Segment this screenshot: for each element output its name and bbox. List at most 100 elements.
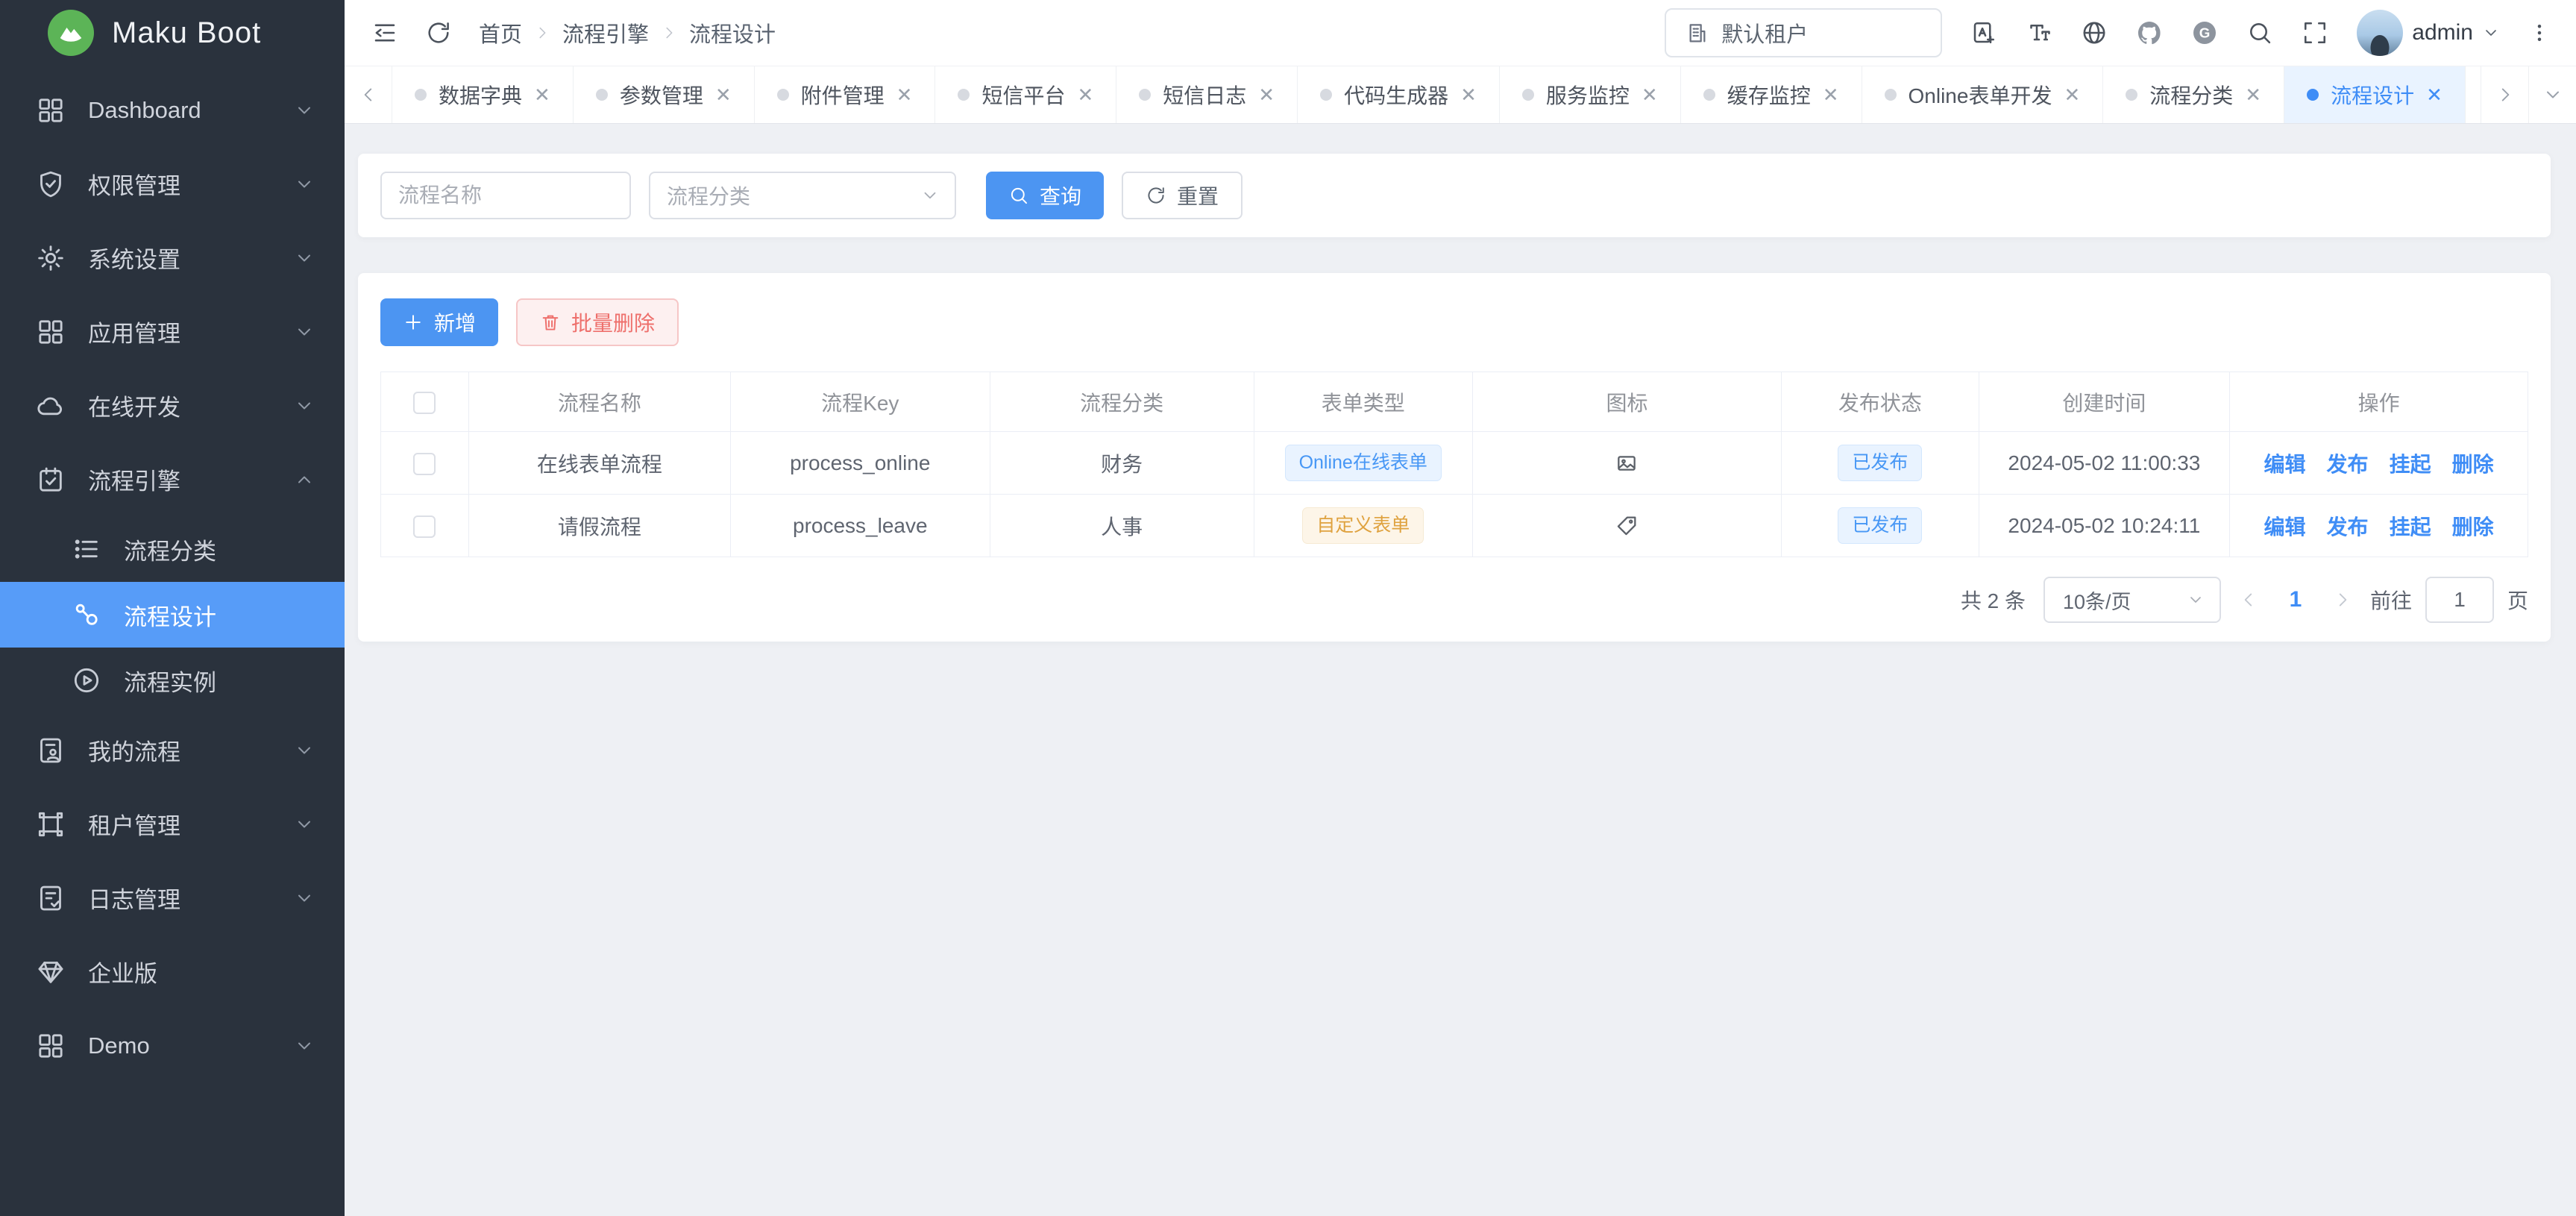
sidebar-item-租户管理[interactable]: 租户管理 [0, 787, 345, 861]
tab-close-icon[interactable]: ✕ [1077, 85, 1093, 104]
process-name-input[interactable] [380, 172, 631, 219]
select-all-checkbox[interactable] [413, 392, 436, 414]
sidebar-item-在线开发[interactable]: 在线开发 [0, 369, 345, 442]
chevron-down-icon [294, 888, 315, 909]
total-count: 共 2 条 [1961, 585, 2026, 615]
next-page-button[interactable] [2333, 590, 2352, 609]
tab-close-icon[interactable]: ✕ [2426, 85, 2443, 104]
tab-服务监控[interactable]: 服务监控✕ [1500, 66, 1681, 123]
tab-短信日志[interactable]: 短信日志✕ [1116, 66, 1298, 123]
tab-参数管理[interactable]: 参数管理 ✕ [574, 66, 755, 123]
tab-close-icon[interactable]: ✕ [1642, 85, 1658, 104]
sidebar-item-系统设置[interactable]: 系统设置 [0, 221, 345, 295]
tab-流程设计[interactable]: 流程设计✕ [2284, 66, 2466, 123]
tab-close-icon[interactable]: ✕ [896, 85, 913, 104]
collapse-sidebar-icon[interactable] [371, 19, 398, 46]
sidebar-item-我的流程[interactable]: 我的流程 [0, 713, 345, 787]
breadcrumb-item[interactable]: 流程引擎 [562, 17, 649, 48]
app-logo[interactable]: Maku Boot [0, 0, 345, 66]
more-options-icon[interactable] [2528, 20, 2551, 46]
tab-close-icon[interactable]: ✕ [1258, 85, 1275, 104]
action-link-挂起[interactable]: 挂起 [2390, 515, 2431, 539]
tab-缓存监控[interactable]: 缓存监控✕ [1681, 66, 1862, 123]
user-menu[interactable]: admin [2357, 10, 2500, 56]
tab-close-icon[interactable]: ✕ [1823, 85, 1839, 104]
page-label: 页 [2507, 585, 2528, 615]
tab-附件管理[interactable]: 附件管理✕ [755, 66, 936, 123]
tab-dot [1522, 89, 1534, 101]
chevron-down-icon [2187, 591, 2205, 609]
search-button[interactable]: 查询 [986, 172, 1104, 219]
search-icon[interactable] [2246, 19, 2273, 46]
row-checkbox[interactable] [413, 453, 436, 475]
tabs-scroll-left[interactable] [345, 66, 392, 123]
tab-数据字典[interactable]: 数据字典✕ [392, 66, 574, 123]
fontsize-icon[interactable] [2026, 19, 2052, 46]
shield-icon [36, 169, 66, 199]
action-link-编辑[interactable]: 编辑 [2264, 515, 2306, 539]
tab-close-icon[interactable]: ✕ [2245, 85, 2261, 104]
fullscreen-icon[interactable] [2302, 19, 2328, 46]
tab-流程分类[interactable]: 流程分类✕ [2103, 66, 2284, 123]
column-header: 创建时间 [1979, 372, 2230, 432]
search-button-label: 查询 [1040, 181, 1081, 210]
action-link-编辑[interactable]: 编辑 [2264, 453, 2306, 476]
reset-button[interactable]: 重置 [1122, 172, 1243, 219]
action-link-删除[interactable]: 删除 [2452, 453, 2494, 476]
action-link-发布[interactable]: 发布 [2327, 453, 2369, 476]
column-header: 图标 [1472, 372, 1781, 432]
tab-close-icon[interactable]: ✕ [2064, 85, 2080, 104]
tab-close-icon[interactable]: ✕ [1460, 85, 1477, 104]
process-category-select[interactable]: 流程分类 [649, 172, 956, 219]
table-row: 在线表单流程process_online财务Online在线表单已发布2024-… [381, 432, 2528, 495]
tab-label: 参数管理 [620, 80, 703, 110]
chevron-down-icon [294, 100, 315, 121]
sidebar-item-日志管理[interactable]: 日志管理 [0, 861, 345, 935]
sidebar-item-demo[interactable]: Demo [0, 1009, 345, 1082]
sidebar-item-dashboard[interactable]: Dashboard [0, 73, 345, 147]
tab-dot [596, 89, 608, 101]
action-link-删除[interactable]: 删除 [2452, 515, 2494, 539]
breadcrumb-item[interactable]: 首页 [479, 17, 522, 48]
status-cell: 已发布 [1782, 432, 1979, 495]
gitee-icon[interactable]: G [2191, 19, 2218, 46]
filter-card: 流程分类 查询 重置 [358, 154, 2551, 237]
tab-close-icon[interactable]: ✕ [534, 85, 550, 104]
chevron-down-icon [294, 1035, 315, 1056]
sidebar-item-流程设计[interactable]: 流程设计 [0, 582, 345, 648]
tab-label: Online表单开发 [1909, 80, 2052, 110]
tabs-dropdown[interactable] [2528, 66, 2576, 123]
tabs-scroll-right[interactable] [2481, 66, 2528, 123]
tab-dot [1885, 89, 1897, 101]
tab-Online表单开发[interactable]: Online表单开发 ✕ [1862, 66, 2104, 123]
tab-close-icon[interactable]: ✕ [715, 85, 732, 104]
sidebar-item-权限管理[interactable]: 权限管理 [0, 147, 345, 221]
table-row: 请假流程process_leave人事自定义表单已发布2024-05-02 10… [381, 495, 2528, 557]
sidebar-item-流程引擎[interactable]: 流程引擎 [0, 442, 345, 516]
refresh-icon[interactable] [425, 19, 452, 46]
github-icon[interactable] [2136, 19, 2163, 46]
action-link-挂起[interactable]: 挂起 [2390, 453, 2431, 476]
tab-短信平台[interactable]: 短信平台✕ [935, 66, 1116, 123]
add-button[interactable]: 新增 [380, 298, 498, 346]
prev-page-button[interactable] [2239, 590, 2258, 609]
action-link-发布[interactable]: 发布 [2327, 515, 2369, 539]
tenant-select[interactable]: 默认租户 [1665, 8, 1942, 57]
goto-page-input[interactable] [2425, 577, 2494, 623]
frame-icon [36, 809, 66, 839]
avatar[interactable] [2357, 10, 2403, 56]
sidebar-item-流程实例[interactable]: 流程实例 [0, 648, 345, 713]
tab-代码生成器[interactable]: 代码生成器✕ [1298, 66, 1500, 123]
process-name-cell: 请假流程 [468, 495, 730, 557]
appgrid-icon [36, 1031, 66, 1061]
translate-icon[interactable] [1970, 19, 1997, 46]
sidebar-item-流程分类[interactable]: 流程分类 [0, 516, 345, 582]
page-size-select[interactable]: 10条/页 [2043, 577, 2221, 623]
globe-icon[interactable] [2081, 19, 2108, 46]
row-checkbox[interactable] [413, 515, 436, 538]
batch-delete-button[interactable]: 批量删除 [516, 298, 679, 346]
sidebar-item-应用管理[interactable]: 应用管理 [0, 295, 345, 369]
current-page[interactable]: 1 [2276, 587, 2315, 612]
sidebar-item-企业版[interactable]: 企业版 [0, 935, 345, 1009]
tab-dot [777, 89, 789, 101]
